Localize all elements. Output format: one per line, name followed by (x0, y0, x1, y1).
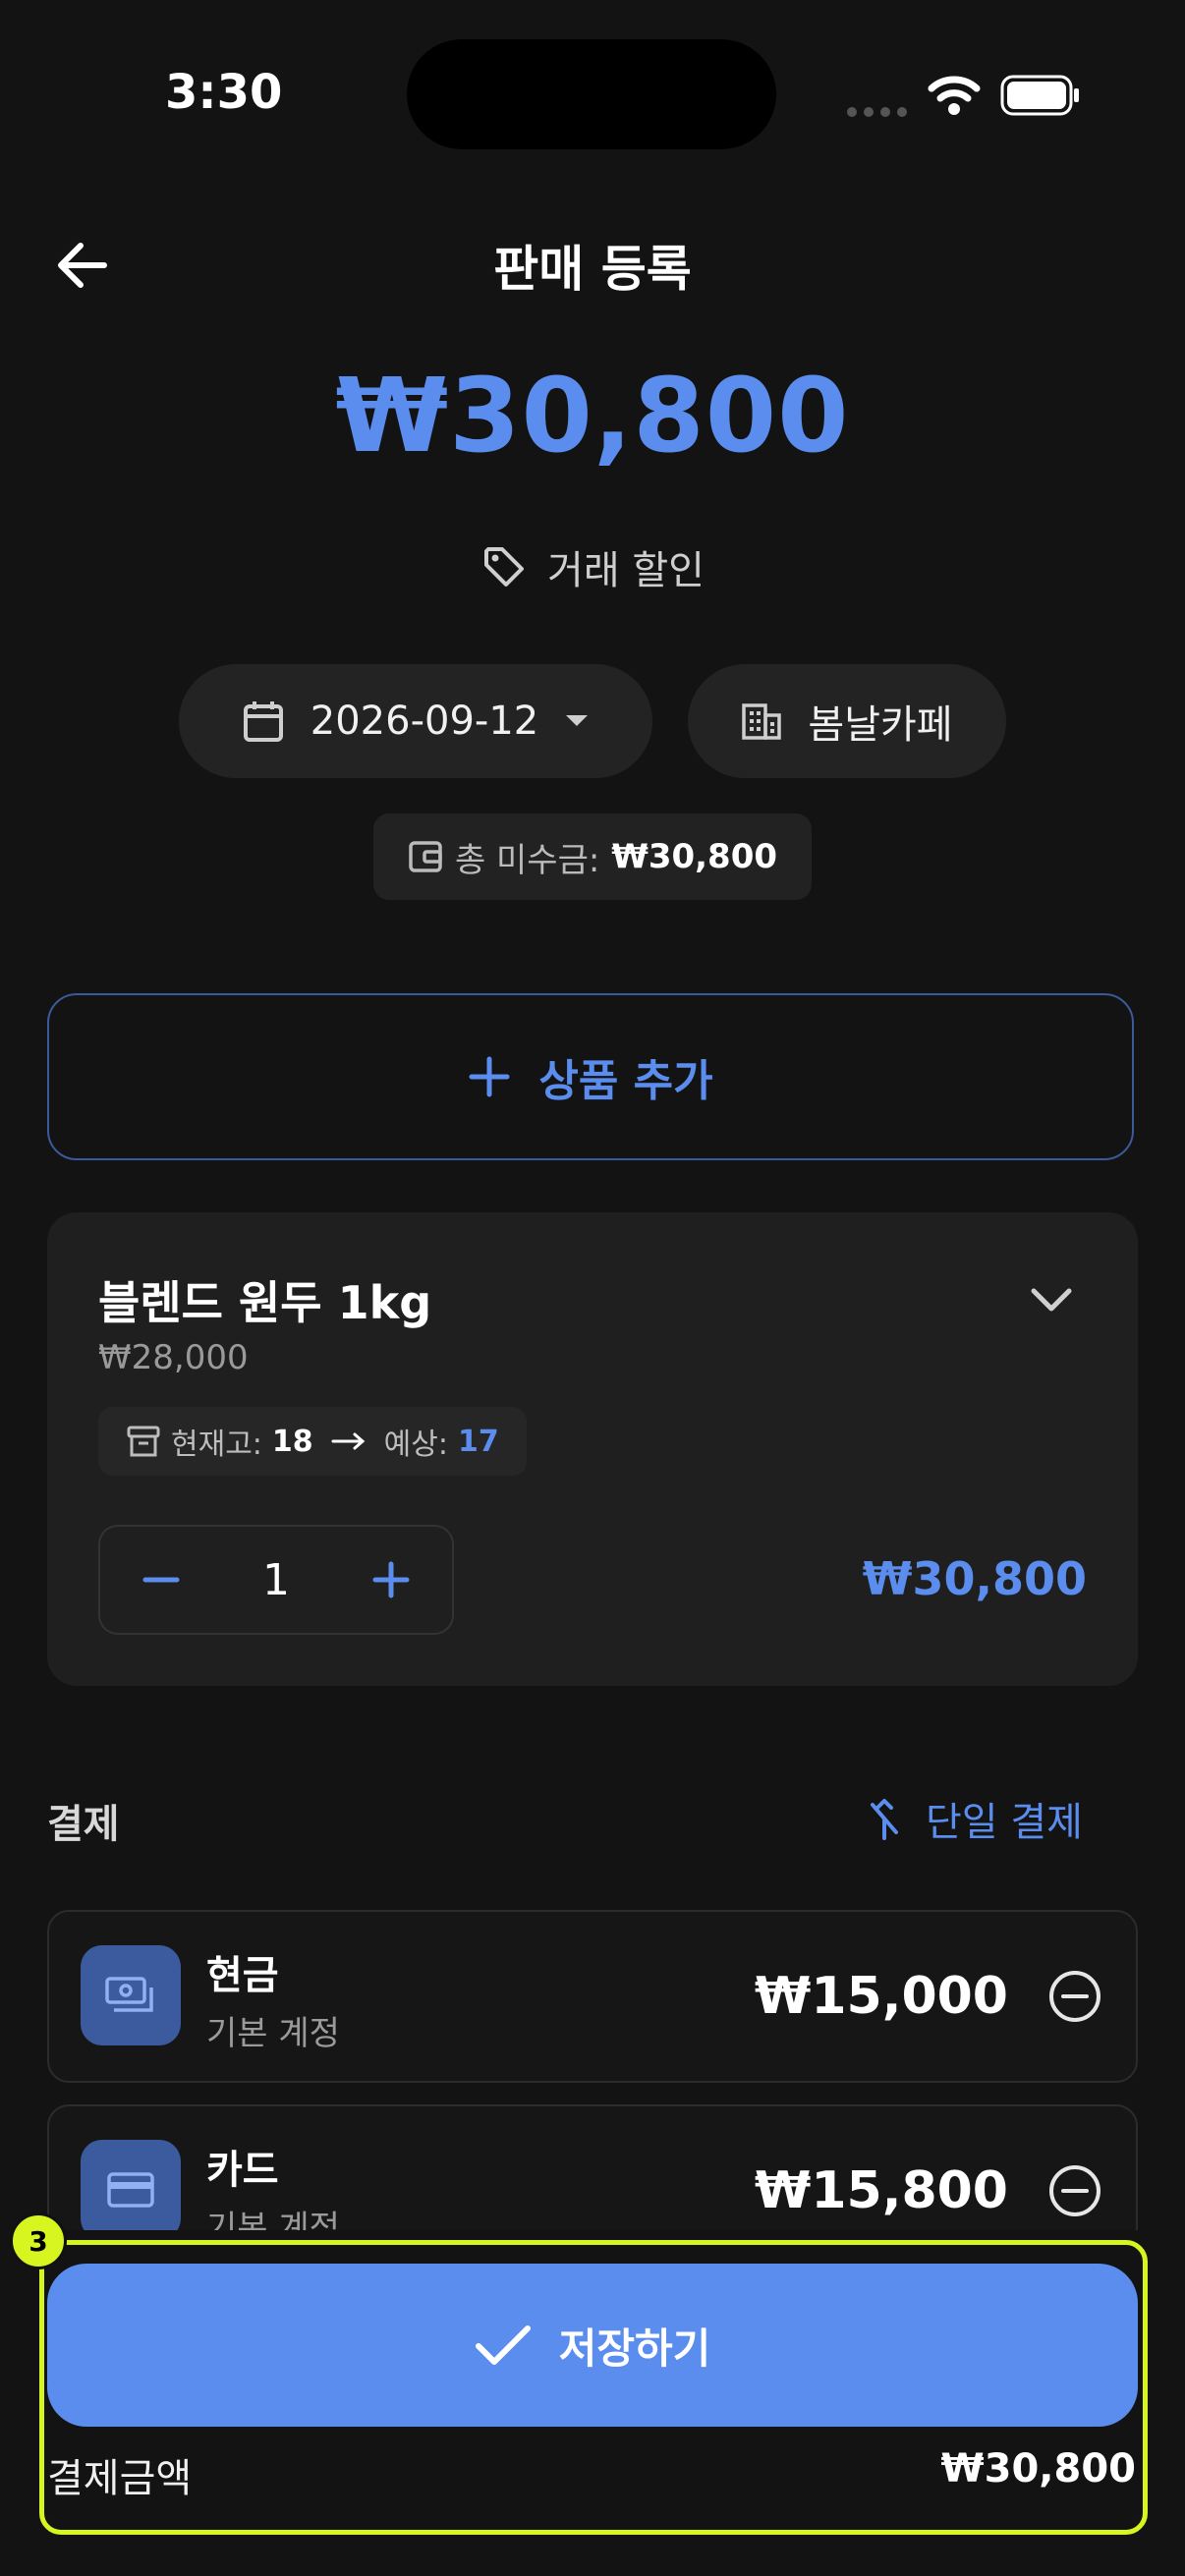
cash-icon (81, 1945, 181, 2045)
product-unit-price: ₩28,000 (98, 1338, 249, 1377)
highlight-box (39, 2240, 1148, 2535)
add-product-label: 상품 추가 (538, 1056, 713, 1106)
total-amount: ₩30,800 (335, 356, 850, 476)
partner-name: 봄날카페 (808, 702, 953, 748)
discount-button[interactable]: 거래 할인 (0, 538, 1185, 595)
payment-amount[interactable]: ₩15,000 (755, 1967, 1008, 2026)
single-payment-toggle[interactable]: 단일 결제 (865, 1790, 1083, 1847)
stock-info-chip: 현재고: 18 예상: 17 (98, 1407, 527, 1476)
chevron-down-icon[interactable] (1026, 1273, 1077, 1324)
payment-amount[interactable]: ₩15,800 (755, 2161, 1008, 2220)
cellular-icon (847, 102, 914, 121)
battery-icon (1000, 75, 1079, 116)
status-time: 3:30 (165, 65, 283, 120)
payment-method-name: 현금 (206, 1953, 279, 1998)
partner-selector[interactable]: 봄날카페 (688, 664, 1006, 778)
plus-icon[interactable] (369, 1558, 413, 1601)
add-product-button[interactable]: 상품 추가 (47, 993, 1134, 1160)
dropdown-caret-icon (566, 715, 589, 726)
merge-icon (871, 1799, 898, 1840)
payment-method-name: 카드 (206, 2148, 279, 2193)
quantity-value[interactable]: 1 (262, 1555, 290, 1605)
wallet-icon (409, 841, 442, 872)
arrow-right-icon (331, 1432, 365, 1450)
calendar-icon (243, 701, 283, 742)
page-title: 판매 등록 (493, 241, 692, 298)
debt-label: 총 미수금: (454, 840, 600, 880)
payment-method-card[interactable]: 현금 기본 계정 ₩15,000 (47, 1910, 1138, 2083)
product-name: 블렌드 원두 1kg (98, 1276, 432, 1329)
single-payment-label: 단일 결제 (926, 1800, 1083, 1845)
payment-section-title: 결제 (47, 1802, 120, 1847)
archive-icon (127, 1426, 160, 1457)
credit-card-icon (81, 2140, 181, 2240)
tag-icon (484, 547, 525, 587)
date-picker[interactable]: 2026-09-12 (179, 664, 652, 778)
stock-value: 18 (271, 1424, 313, 1459)
minus-icon[interactable] (140, 1558, 183, 1601)
plus-icon (469, 1056, 510, 1097)
date-value: 2026-09-12 (310, 699, 539, 744)
quantity-stepper: 1 (98, 1525, 454, 1635)
annotation-badge: 3 (10, 2212, 67, 2269)
building-icon (742, 703, 782, 740)
debt-value: ₩30,800 (611, 837, 778, 876)
remove-circle-icon[interactable] (1047, 2163, 1102, 2218)
remove-circle-icon[interactable] (1047, 1969, 1102, 2024)
dynamic-island (407, 39, 776, 149)
expected-label: 예상: (383, 1428, 448, 1462)
expected-value: 17 (457, 1424, 499, 1459)
outstanding-balance-chip: 총 미수금: ₩30,800 (373, 813, 812, 900)
product-line-total: ₩30,800 (862, 1552, 1087, 1605)
payment-account: 기본 계정 (206, 2014, 340, 2053)
wifi-icon (928, 76, 981, 115)
discount-label: 거래 할인 (547, 548, 705, 593)
stock-label: 현재고: (171, 1428, 262, 1462)
